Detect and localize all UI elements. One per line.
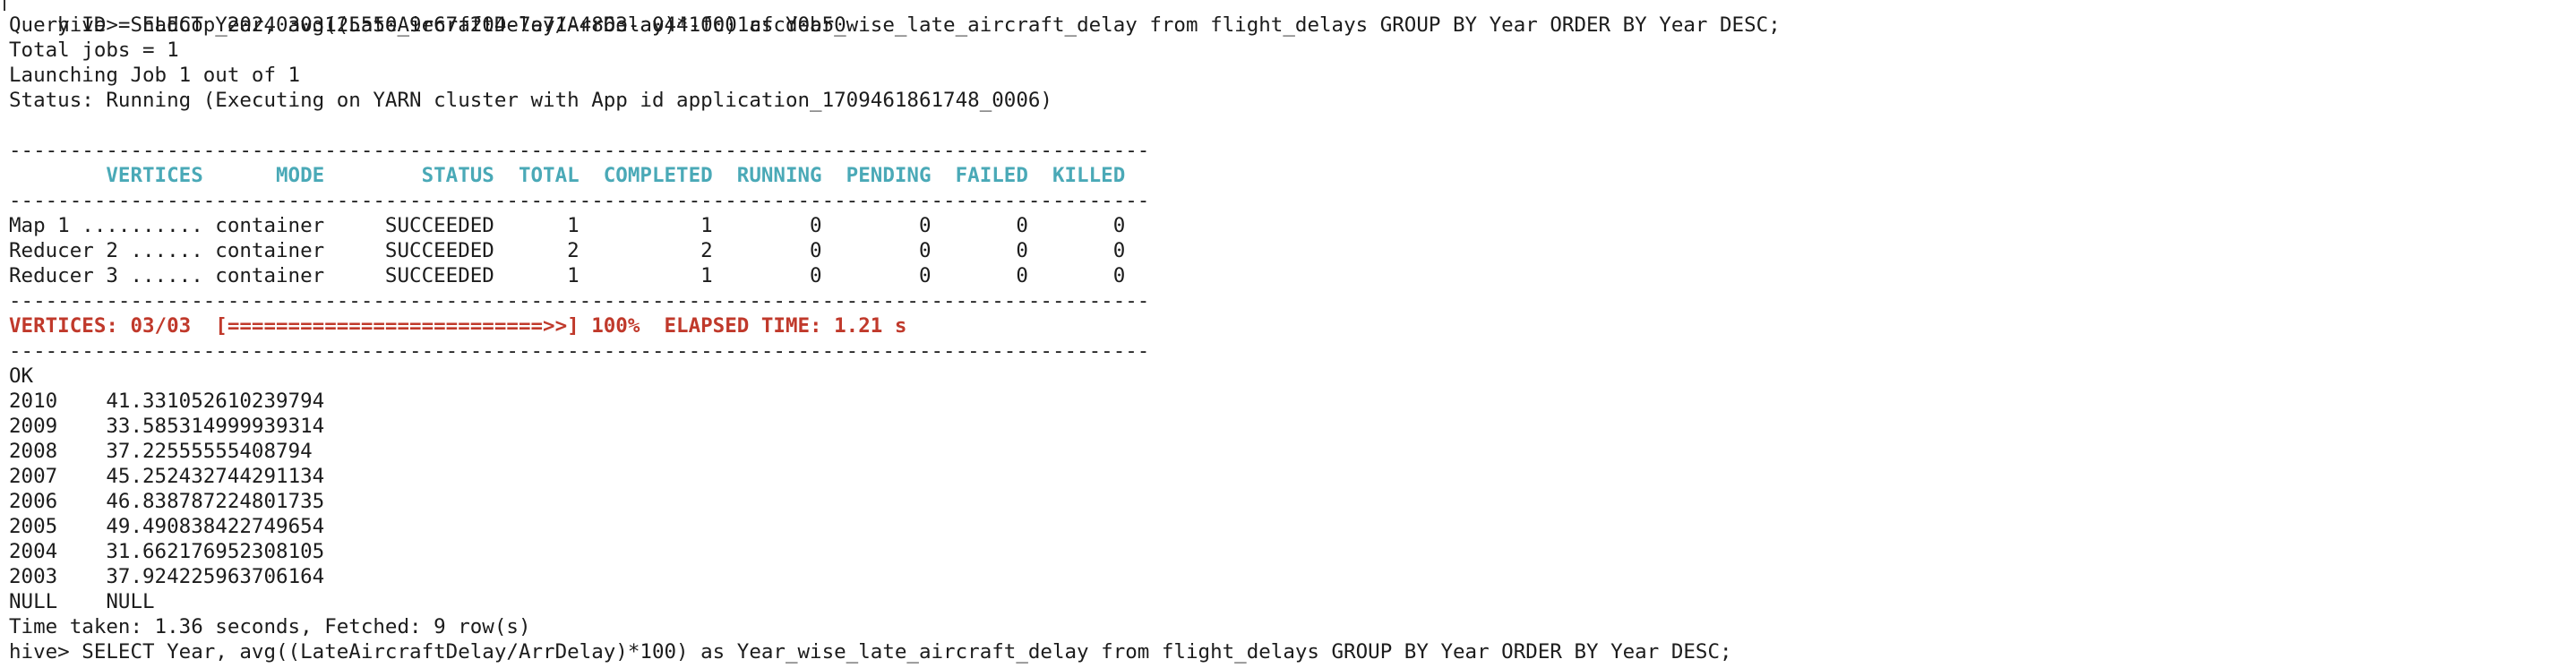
table-divider-header: ----------------------------------------…: [9, 189, 1150, 212]
progress-line: VERTICES: 03/03 [=======================…: [9, 314, 907, 338]
terminal-window[interactable]: hive> SELECT Year, avg((LateAircraftDela…: [0, 0, 2576, 668]
cursor-mark: [4, 0, 5, 11]
vertex-row-reducer-3: Reducer 3 ...... container SUCCEEDED 1 1…: [9, 264, 1150, 287]
ok-line: OK: [9, 364, 34, 388]
command-line: hive> SELECT Year, avg((LateAircraftDela…: [4, 0, 2576, 37]
result-row: 2005 49.490838422749654: [9, 515, 325, 538]
table-divider-top: ----------------------------------------…: [9, 139, 1150, 162]
status-line: Status: Running (Executing on YARN clust…: [9, 89, 1052, 112]
table-divider-bottom: ----------------------------------------…: [9, 339, 1150, 363]
result-row: 2006 46.838787224801735: [9, 490, 325, 513]
result-row: 2008 37.22555555408794: [9, 440, 313, 463]
result-row: NULL NULL: [9, 590, 155, 613]
time-taken-line: Time taken: 1.36 seconds, Fetched: 9 row…: [9, 615, 531, 638]
result-row: 2004 31.662176952308105: [9, 540, 325, 563]
total-jobs-line: Total jobs = 1: [9, 39, 179, 62]
result-row: 2009 33.585314999939314: [9, 415, 325, 438]
vertices-table-header: VERTICES MODE STATUS TOTAL COMPLETED RUN…: [9, 164, 1150, 187]
table-divider-rows: ----------------------------------------…: [9, 289, 1150, 313]
next-prompt-line: hive> SELECT Year, avg((LateAircraftDela…: [9, 640, 1732, 664]
vertex-row-map-1: Map 1 .......... container SUCCEEDED 1 1…: [9, 214, 1150, 237]
vertex-row-reducer-2: Reducer 2 ...... container SUCCEEDED 2 2…: [9, 239, 1150, 262]
result-row: 2007 45.252432744291134: [9, 465, 325, 488]
command-text: hive> SELECT Year, avg((LateAircraftDela…: [57, 13, 1781, 37]
result-row: 2003 37.924225963706164: [9, 565, 325, 588]
result-row: 2010 41.331052610239794: [9, 390, 325, 413]
launching-job-line: Launching Job 1 out of 1: [9, 64, 301, 87]
